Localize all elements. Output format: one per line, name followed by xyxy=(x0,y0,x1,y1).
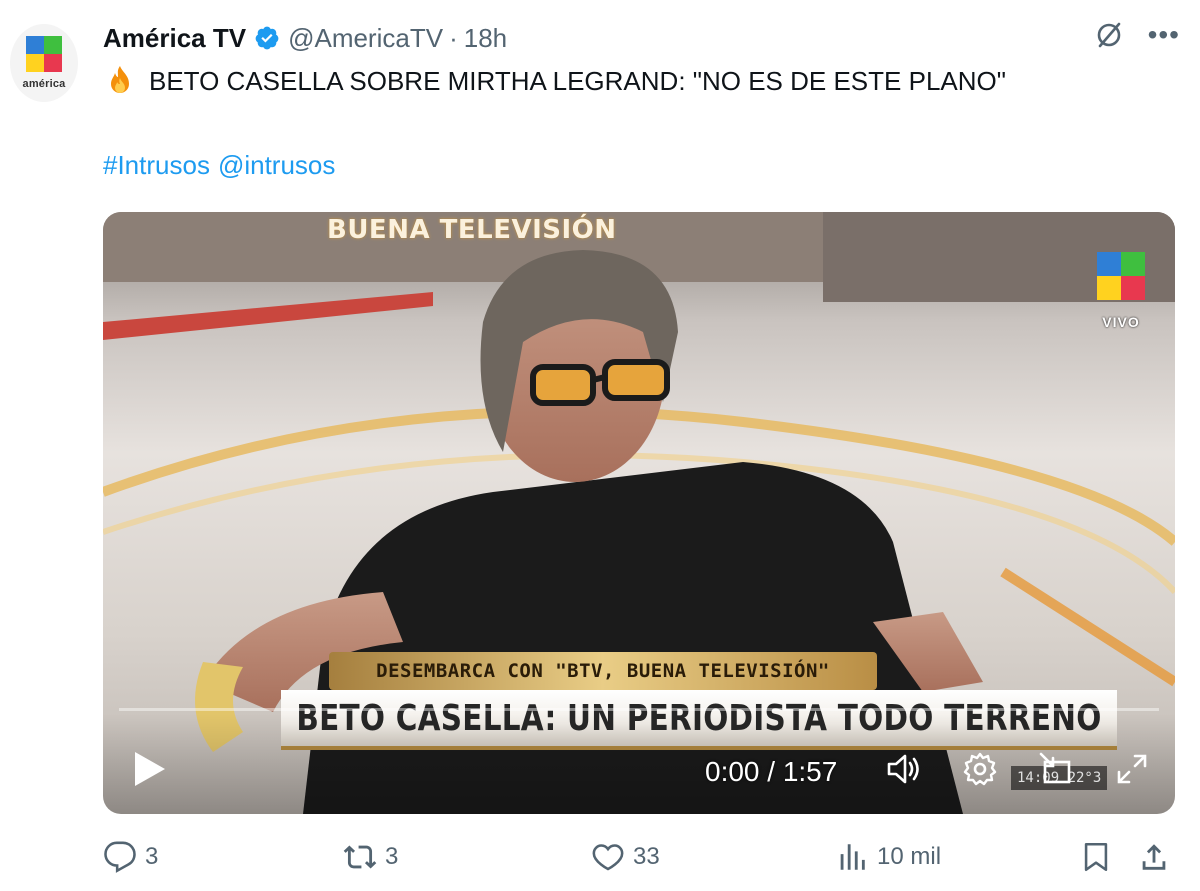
grok-icon[interactable] xyxy=(1094,20,1124,50)
avatar-logo-text: américa xyxy=(22,78,66,90)
heart-icon xyxy=(592,844,624,871)
hashtag-link[interactable]: #Intrusos xyxy=(103,150,210,180)
retweet-icon xyxy=(343,845,377,869)
views-chart-icon xyxy=(840,844,865,870)
play-icon[interactable] xyxy=(133,750,167,788)
retweet-count: 3 xyxy=(385,843,399,870)
tweet-time[interactable]: 18h xyxy=(464,23,507,54)
share-button[interactable] xyxy=(1137,840,1171,874)
separator-dot: · xyxy=(449,22,458,53)
retweet-button[interactable]: 3 xyxy=(343,840,398,874)
author-name[interactable]: América TV xyxy=(103,23,246,54)
lower-third-sub: DESEMBARCA CON "BTV, BUENA TELEVISIÓN" xyxy=(329,652,877,690)
time-readout: 0:00 / 1:57 xyxy=(705,756,838,787)
reply-button[interactable]: 3 xyxy=(103,840,158,874)
like-count: 33 xyxy=(633,843,660,870)
america-channel-logo-icon xyxy=(1097,252,1145,300)
like-button[interactable]: 33 xyxy=(591,840,660,874)
tweet-body: BETO CASELLA SOBRE MIRTHA LEGRAND: "NO E… xyxy=(149,65,1006,96)
verified-badge-icon xyxy=(255,26,279,50)
avatar[interactable]: américa xyxy=(10,24,78,102)
reply-count: 3 xyxy=(145,843,159,870)
channel-logo: VIVO xyxy=(1097,252,1145,330)
tweet-header: América TV @AmericaTV · 18h ••• xyxy=(103,20,1180,56)
share-icon xyxy=(1142,844,1166,870)
bookmark-icon xyxy=(1084,842,1108,872)
live-label: VIVO xyxy=(1102,314,1140,330)
fire-icon xyxy=(111,66,129,93)
fullscreen-icon[interactable] xyxy=(1113,750,1151,788)
mention-link[interactable]: @intrusos xyxy=(218,150,335,180)
volume-icon[interactable] xyxy=(885,750,923,788)
author-handle[interactable]: @AmericaTV xyxy=(288,23,443,54)
views-button[interactable]: 10 mil xyxy=(835,840,941,874)
video-player[interactable]: BUENA TELEVISIÓN VIVO DESEMBARCA CON "BT… xyxy=(103,212,1175,814)
video-controls xyxy=(103,714,1175,814)
bookmark-button[interactable] xyxy=(1079,840,1113,874)
tweet-actions: 3 3 33 10 mil xyxy=(103,840,1175,884)
views-count: 10 mil xyxy=(877,843,942,870)
settings-gear-icon[interactable] xyxy=(961,750,999,788)
more-options-icon[interactable]: ••• xyxy=(1148,21,1180,49)
reply-icon xyxy=(104,841,136,873)
progress-bar[interactable] xyxy=(119,708,1159,711)
lower-third-sub-text: DESEMBARCA CON "BTV, BUENA TELEVISIÓN" xyxy=(376,660,830,682)
tweet-text: BETO CASELLA SOBRE MIRTHA LEGRAND: "NO E… xyxy=(103,64,1006,98)
tweet-links: #Intrusos @intrusos xyxy=(103,150,343,181)
picture-in-picture-icon[interactable] xyxy=(1037,750,1075,788)
banner-buena-television: BUENA TELEVISIÓN xyxy=(327,215,617,245)
america-logo xyxy=(26,36,62,72)
header-actions: ••• xyxy=(1094,20,1180,50)
